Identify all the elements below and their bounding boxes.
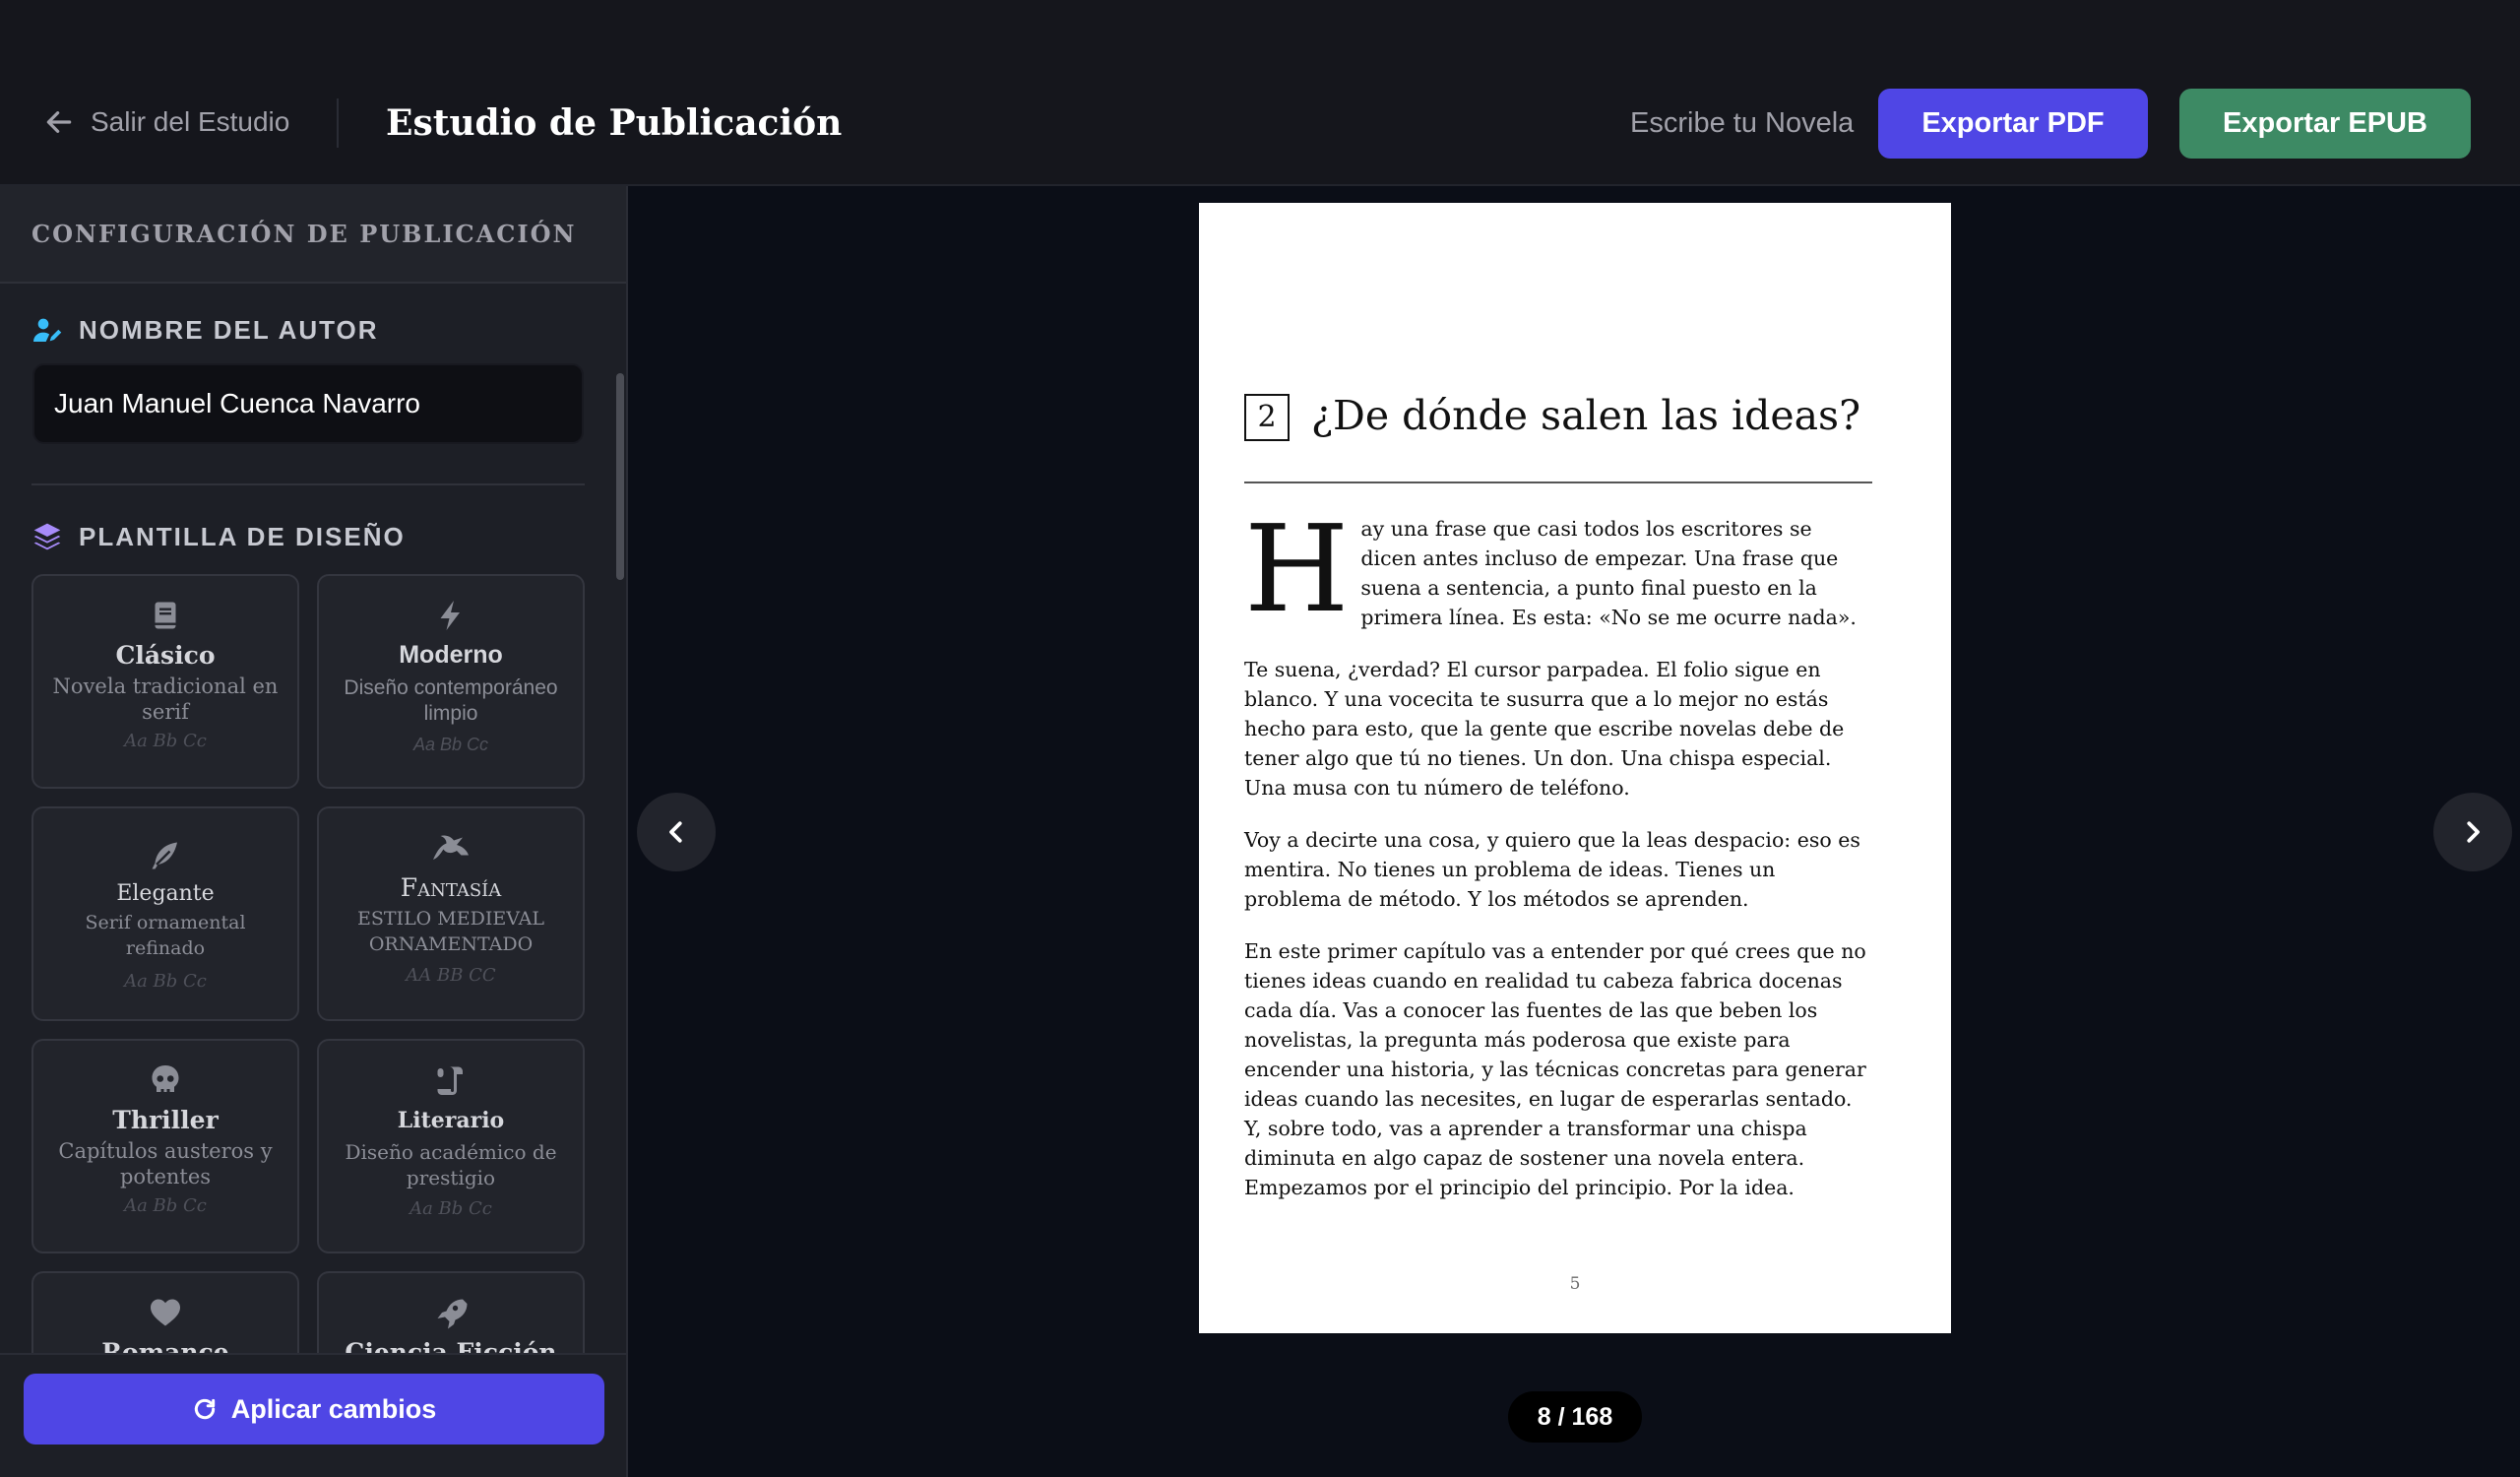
chapter-body: Hay una frase que casi todos los escrito… xyxy=(1244,499,1872,1225)
sidebar-scrollbar-thumb[interactable] xyxy=(616,373,624,580)
template-section-label: PLANTILLA DE DISEÑO xyxy=(32,521,406,552)
next-page-button[interactable] xyxy=(2433,793,2512,871)
write-novel-link[interactable]: Escribe tu Novela xyxy=(1630,106,1854,140)
feather-icon xyxy=(152,842,177,869)
top-bar: Salir del Estudio Estudio de Publicación… xyxy=(0,0,2520,186)
export-pdf-button[interactable]: Exportar PDF xyxy=(1878,89,2148,159)
apply-bar: Aplicar cambios xyxy=(0,1353,626,1477)
template-label: PLANTILLA DE DISEÑO xyxy=(79,521,406,551)
paragraph: Voy a decirte una cosa, y quiero que la … xyxy=(1244,828,1860,911)
template-card-clasico[interactable]: Clásico Novela tradicional en serif Aa B… xyxy=(32,574,299,789)
paragraph: En este primer capítulo vas a entender p… xyxy=(1244,939,1866,1199)
template-name: Elegante xyxy=(116,881,215,906)
template-name: Thriller xyxy=(112,1106,219,1134)
heart-icon xyxy=(151,1299,180,1326)
dragon-icon xyxy=(433,835,469,860)
template-sample: Aa Bb Cc xyxy=(124,731,207,751)
header-divider xyxy=(337,98,339,148)
template-card-romance[interactable]: Romance xyxy=(32,1271,299,1353)
exit-studio-label: Salir del Estudio xyxy=(91,106,290,137)
drop-cap: H xyxy=(1244,499,1350,639)
export-epub-button[interactable]: Exportar EPUB xyxy=(2179,89,2471,159)
template-sample: Aa Bb Cc xyxy=(124,1195,207,1216)
template-desc: Novela tradicional en serif xyxy=(52,674,279,724)
template-card-thriller[interactable]: Thriller Capítulos austeros y potentes A… xyxy=(32,1039,299,1253)
template-card-ciencia-ficcion[interactable]: Ciencia Ficción xyxy=(317,1271,585,1353)
template-sample: Aa Bb Cc xyxy=(406,965,496,986)
apply-changes-label: Aplicar cambios xyxy=(230,1393,437,1424)
sidebar-header: CONFIGURACIÓN DE PUBLICACIÓN xyxy=(0,186,626,284)
template-desc: Estilo medieval ornamentado xyxy=(357,908,544,955)
user-pen-icon xyxy=(33,318,62,342)
chevron-left-icon xyxy=(669,821,682,843)
author-section-label: NOMBRE DEL AUTOR xyxy=(32,314,379,346)
template-desc: Serif ornamental refinado xyxy=(85,912,246,959)
template-name: Clásico xyxy=(115,641,216,670)
layers-icon xyxy=(33,523,61,550)
paragraph-text: ay una frase que casi todos los escritor… xyxy=(1360,517,1857,629)
apply-changes-button[interactable]: Aplicar cambios xyxy=(24,1374,604,1445)
bolt-icon xyxy=(440,601,460,630)
sidebar-heading: CONFIGURACIÓN DE PUBLICACIÓN xyxy=(32,220,577,248)
scroll-icon xyxy=(437,1066,463,1095)
rocket-icon xyxy=(437,1299,468,1329)
template-card-moderno[interactable]: Moderno Diseño contemporáneo limpio Aa B… xyxy=(317,574,585,789)
paragraph: Te suena, ¿verdad? El cursor parpadea. E… xyxy=(1244,658,1845,800)
chapter-rule xyxy=(1244,482,1872,483)
settings-sidebar: CONFIGURACIÓN DE PUBLICACIÓN NOMBRE DEL … xyxy=(0,186,628,1477)
page-title: Estudio de Publicación xyxy=(386,102,843,144)
template-desc: Diseño contemporáneo limpio xyxy=(344,676,558,725)
template-sample: Aa Bb Cc xyxy=(410,1198,492,1219)
exit-studio-button[interactable]: Salir del Estudio xyxy=(43,104,289,140)
author-name-input[interactable] xyxy=(32,363,584,444)
page-counter: 8 / 168 xyxy=(1508,1391,1642,1443)
section-divider xyxy=(32,483,585,485)
page-number: 5 xyxy=(1569,1274,1581,1294)
book-icon xyxy=(155,602,176,629)
template-name: Romance xyxy=(101,1338,229,1353)
template-card-elegante[interactable]: Elegante Serif ornamental refinado Aa Bb… xyxy=(32,806,299,1021)
template-name: Ciencia Ficción xyxy=(345,1338,557,1353)
sidebar-scrollbar[interactable] xyxy=(614,283,626,1376)
template-card-literario[interactable]: Literario Diseño académico de prestigio … xyxy=(317,1039,585,1253)
skull-icon xyxy=(152,1065,179,1092)
template-card-fantasia[interactable]: Fantasía Estilo medieval ornamentado Aa … xyxy=(317,806,585,1021)
chevron-right-icon xyxy=(2467,821,2480,843)
template-name: Moderno xyxy=(399,641,503,669)
template-sample: Aa Bb Cc xyxy=(124,971,207,992)
template-desc: Capítulos austeros y potentes xyxy=(58,1139,273,1188)
arrow-left-icon xyxy=(46,111,72,133)
template-name: Fantasía xyxy=(400,873,502,902)
refresh-icon xyxy=(194,1398,215,1420)
book-page-preview: 2 ¿De dónde salen las ideas? Hay una fra… xyxy=(1199,203,1951,1333)
template-desc: Diseño académico de prestigio xyxy=(345,1140,557,1189)
chapter-title: ¿De dónde salen las ideas? xyxy=(1311,392,1861,439)
template-name: Literario xyxy=(397,1108,505,1133)
template-sample: Aa Bb Cc xyxy=(412,735,489,754)
previous-page-button[interactable] xyxy=(637,793,716,871)
chapter-number: 2 xyxy=(1244,394,1290,441)
author-label: NOMBRE DEL AUTOR xyxy=(79,314,379,345)
paragraph: Hay una frase que casi todos los escrito… xyxy=(1244,499,1872,639)
